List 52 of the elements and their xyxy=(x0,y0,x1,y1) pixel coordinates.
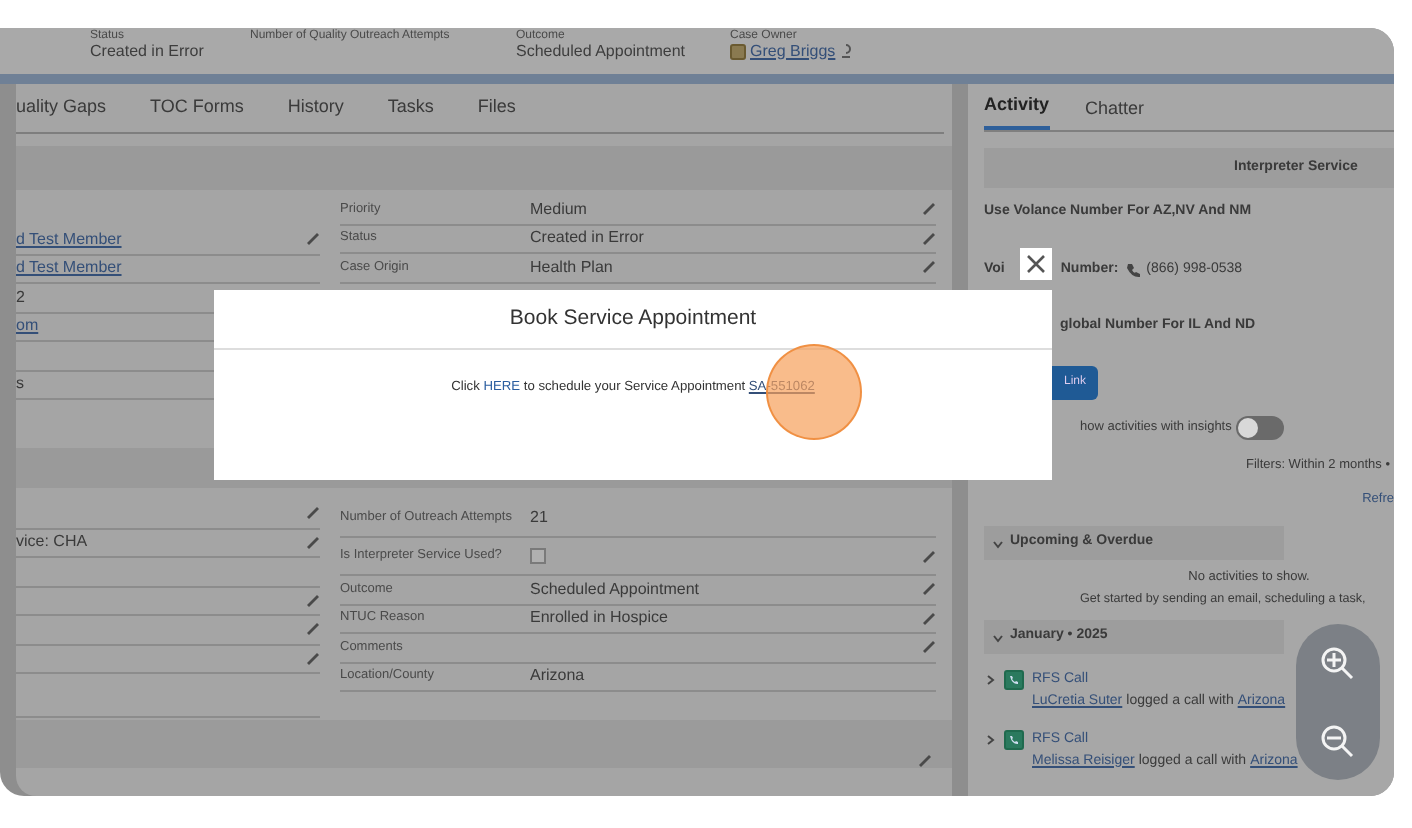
close-icon xyxy=(1026,254,1046,274)
checkbox[interactable] xyxy=(530,547,546,564)
zoom-in-icon[interactable] xyxy=(1318,643,1358,683)
change-owner-icon[interactable] xyxy=(839,44,852,59)
field-value: Created in Error xyxy=(530,226,646,251)
phone-icon xyxy=(1126,261,1143,278)
tab[interactable]: uality Gaps xyxy=(16,94,107,122)
pencil-icon[interactable] xyxy=(922,640,936,655)
pencil-icon[interactable] xyxy=(922,260,936,275)
call-icon xyxy=(1004,730,1024,751)
field-link[interactable]: d Test Member xyxy=(16,227,306,252)
owner-link[interactable]: Greg Briggs xyxy=(750,43,836,61)
pencil-icon[interactable] xyxy=(306,622,320,637)
pencil-icon[interactable] xyxy=(306,506,320,521)
zoom-out-icon[interactable] xyxy=(1318,721,1358,761)
field-value: vice: CHA xyxy=(16,530,90,555)
field-value: Created in Error xyxy=(90,43,206,61)
tab[interactable]: Activity xyxy=(984,91,1050,130)
tab[interactable]: TOC Forms xyxy=(150,94,244,122)
tab[interactable]: Chatter xyxy=(1085,95,1145,130)
field-value: Health Plan xyxy=(530,255,615,280)
field-value: Enrolled in Hospice xyxy=(530,606,670,631)
tab[interactable]: History xyxy=(287,94,344,122)
field-link[interactable]: d Test Member xyxy=(16,256,320,281)
pencil-icon[interactable] xyxy=(306,651,320,666)
pencil-icon[interactable] xyxy=(922,202,936,217)
field-value: Medium xyxy=(530,197,589,222)
pencil-icon[interactable] xyxy=(922,611,936,626)
field-value: Scheduled Appointment xyxy=(530,577,702,602)
pencil-icon[interactable] xyxy=(922,582,936,597)
close-button[interactable] xyxy=(1020,248,1052,280)
pencil-icon[interactable] xyxy=(306,535,320,550)
chevron-icon[interactable] xyxy=(984,674,996,687)
field-value: 21 xyxy=(530,506,550,530)
pencil-icon[interactable] xyxy=(306,232,320,247)
pencil-icon[interactable] xyxy=(922,231,936,246)
pencil-icon[interactable] xyxy=(918,754,932,768)
field-value: Scheduled Appointment xyxy=(516,43,688,61)
chevron-icon[interactable] xyxy=(992,537,1004,549)
tab[interactable]: Files xyxy=(477,94,516,122)
pencil-icon[interactable] xyxy=(306,593,320,608)
chevron-icon[interactable] xyxy=(984,734,996,747)
field-value: 2 xyxy=(16,285,27,310)
field-value: Arizona xyxy=(530,664,587,689)
toggle-switch[interactable] xyxy=(1235,415,1284,439)
field-value: s xyxy=(16,372,26,397)
tab[interactable]: Tasks xyxy=(387,94,434,122)
chevron-icon[interactable] xyxy=(992,631,1004,644)
modal-title: Book Service Appointment xyxy=(214,290,1052,350)
call-icon xyxy=(1004,670,1024,691)
pencil-icon[interactable] xyxy=(922,549,936,563)
person-icon xyxy=(730,43,746,60)
